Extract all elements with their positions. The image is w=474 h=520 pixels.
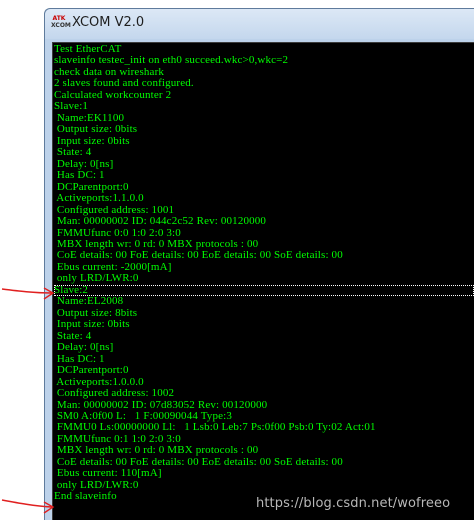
watermark: https://blog.csdn.net/wofreeo	[256, 496, 451, 511]
console-line: Delay: 0[ns]	[54, 157, 114, 170]
console-line: Input size: 0bits	[54, 134, 130, 147]
console-line: Activeports:1.1.0.0	[54, 192, 144, 205]
console-output[interactable]: Test EtherCAT slaveinfo testec_init on et…	[52, 42, 474, 520]
console-line: Calculated workcounter 2	[54, 88, 172, 101]
window-title: XCOM V2.0	[72, 15, 145, 30]
console-line: DCParentport:0	[54, 364, 129, 377]
annotation-arrow-icon	[1, 499, 55, 514]
annotation-arrow-icon	[1, 287, 55, 300]
console-line: Has DC: 1	[54, 169, 105, 182]
console-line: State: 4	[54, 329, 92, 342]
console-line: only LRD/LWR:0	[54, 478, 139, 491]
console-line: Configured address: 1002	[54, 387, 175, 400]
console-lines: Test EtherCAT slaveinfo testec_init on et…	[54, 43, 474, 503]
app-icon-bottom-text: XCOM	[51, 22, 71, 29]
xcom-window: ATK XCOM XCOM V2.0 Test EtherCAT slaveinf…	[44, 8, 474, 520]
console-line: State: 4	[54, 146, 92, 159]
console-line: Man: 00000002 ID: 044c2c52 Rev: 00120000	[54, 215, 267, 228]
console-line: only LRD/LWR:0	[54, 272, 139, 285]
title-bar[interactable]: ATK XCOM XCOM V2.0	[45, 9, 474, 39]
xcom-app-icon: ATK XCOM	[51, 15, 71, 29]
console-line: Delay: 0[ns]	[54, 341, 114, 354]
console-line: Input size: 0bits	[54, 318, 130, 331]
app-icon-top-text: ATK	[52, 15, 66, 22]
